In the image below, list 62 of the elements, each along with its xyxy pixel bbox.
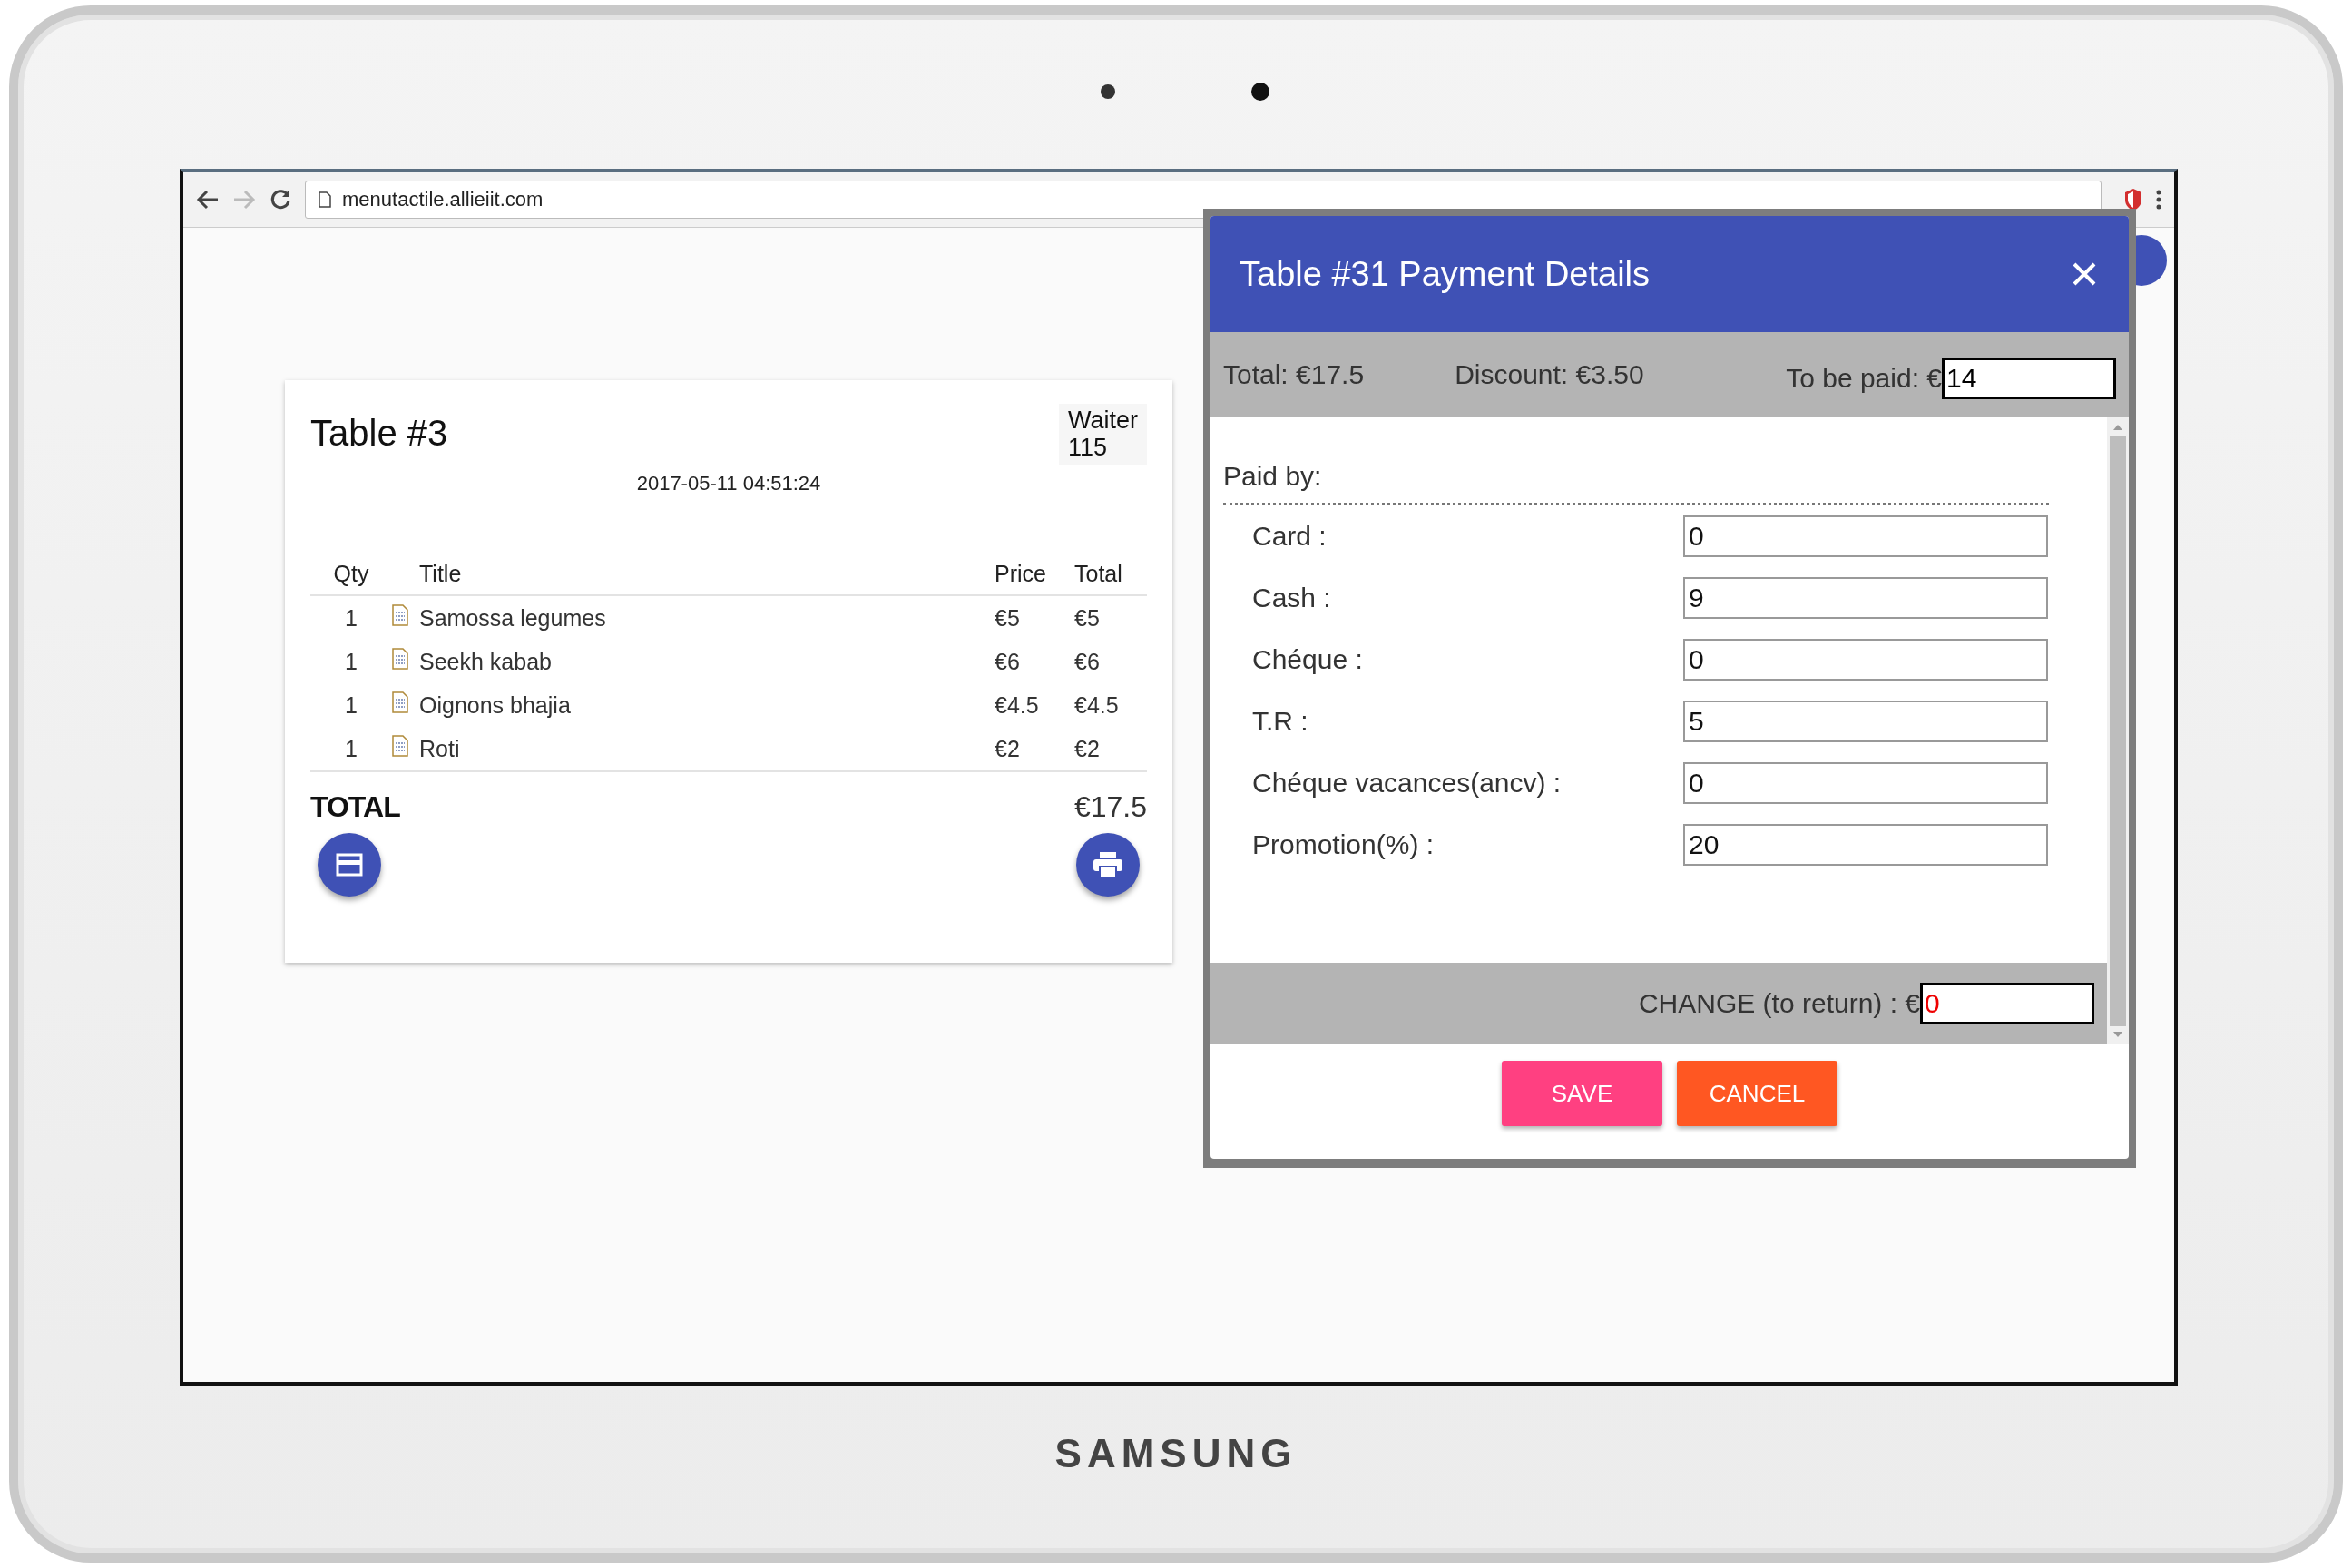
amount-field[interactable]: 0 [1683,762,2048,804]
print-button[interactable] [1076,833,1140,897]
document-icon [392,604,408,627]
printer-icon [1093,851,1123,879]
price-cell: €5 [995,595,1074,641]
to-be-paid-label: To be paid: € [1786,363,1942,394]
more-icon[interactable] [2156,189,2161,211]
price-cell: €4.5 [995,683,1074,728]
total-value: €17.5 [1073,790,1147,825]
column-header: Total [1074,561,1147,596]
dialog-title: Table #31 Payment Details [1240,254,1651,294]
reload-icon[interactable] [269,188,292,211]
method-label: Card : [1252,521,1328,552]
price-cell: €2 [995,727,1074,772]
total-text: Total: €17.5 [1223,359,1365,390]
title-cell: Roti [419,727,995,772]
discount-text: Discount: €3.50 [1455,359,1644,390]
shield-icon[interactable] [2123,188,2143,211]
amount-field[interactable]: 0 [1683,639,2048,681]
camera-icon [1101,84,1115,99]
method-label: Chéque vacances(ancv) : [1252,768,1563,799]
qty-cell: 1 [310,640,392,684]
qty-cell: 1 [310,683,392,728]
document-icon [392,691,408,714]
order-datetime: 2017-05-11 04:51:24 [636,472,821,495]
method-label: Cash : [1252,583,1332,613]
total-cell-text: €4.5 [1074,691,1120,720]
page-icon [318,191,331,208]
paid-by-label: Paid by: [1223,461,2049,505]
document-icon [392,735,408,758]
method-label: Chéque : [1252,644,1364,675]
amount-field[interactable]: 5 [1683,701,2048,742]
card-icon [336,853,363,877]
to-be-paid-field[interactable]: 14 [1942,358,2116,399]
column-header: Qty [310,561,392,596]
brand-logo: SAMSUNG [1054,1431,1298,1476]
amount-field[interactable]: 20 [1683,824,2048,866]
method-label: T.R : [1252,706,1309,737]
column-header: Price [995,561,1074,596]
total-cell: €2 [1074,727,1147,772]
total-cell: €5 [1074,595,1147,641]
change-label: CHANGE (to return) : € [1638,988,1920,1019]
amount-field[interactable]: 0 [1683,515,2048,557]
price-cell: €6 [995,640,1074,684]
url-text: menutactile.allieiit.com [342,188,544,211]
table-title: Table #3 [310,413,448,455]
column-header: Title [419,561,995,596]
camera-icon [1251,83,1269,101]
total-cell-text: €6 [1074,647,1101,676]
change-field[interactable]: 0 [1920,983,2094,1024]
document-icon [392,648,408,671]
card-payment-button[interactable] [318,833,381,897]
waiter-label: Waiter [1068,407,1138,435]
total-label: TOTAL [310,790,400,825]
waiter-number: 115 [1068,434,1109,462]
title-cell: Oignons bhajia [419,683,995,728]
title-cell: Seekh kabab [419,640,995,684]
back-icon[interactable] [196,189,220,211]
qty-cell: 1 [310,595,392,641]
method-label: Promotion(%) : [1252,829,1436,860]
title-cell: Samossa legumes [419,595,995,641]
amount-field[interactable]: 9 [1683,577,2048,619]
